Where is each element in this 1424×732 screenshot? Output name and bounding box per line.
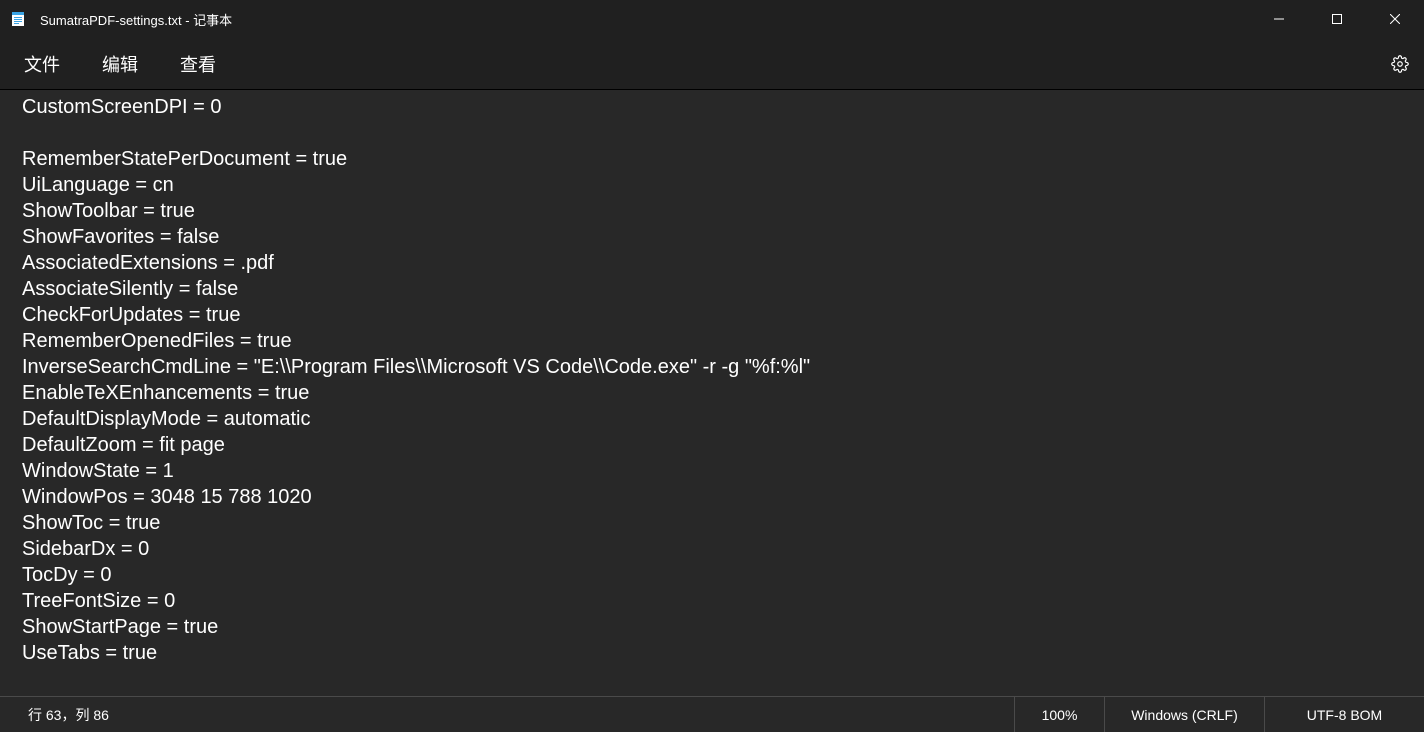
status-bar: 行 63，列 86 100% Windows (CRLF) UTF-8 BOM (0, 696, 1424, 732)
status-line-ending[interactable]: Windows (CRLF) (1104, 697, 1264, 732)
status-encoding[interactable]: UTF-8 BOM (1264, 697, 1424, 732)
menu-file[interactable]: 文件 (14, 45, 70, 83)
app-icon (10, 11, 26, 27)
title-bar: SumatraPDF-settings.txt - 记事本 (0, 0, 1424, 38)
maximize-button[interactable] (1308, 0, 1366, 38)
window-title: SumatraPDF-settings.txt - 记事本 (40, 10, 232, 29)
menu-edit[interactable]: 编辑 (92, 45, 148, 83)
minimize-button[interactable] (1250, 0, 1308, 38)
status-zoom[interactable]: 100% (1014, 697, 1104, 732)
text-editor[interactable]: CustomScreenDPI = 0 RememberStatePerDocu… (0, 90, 1424, 696)
window-controls (1250, 0, 1424, 38)
settings-button[interactable] (1376, 38, 1424, 89)
close-button[interactable] (1366, 0, 1424, 38)
status-position[interactable]: 行 63，列 86 (0, 705, 109, 725)
menu-view[interactable]: 查看 (170, 45, 226, 83)
menu-bar: 文件 编辑 查看 (0, 38, 1424, 90)
